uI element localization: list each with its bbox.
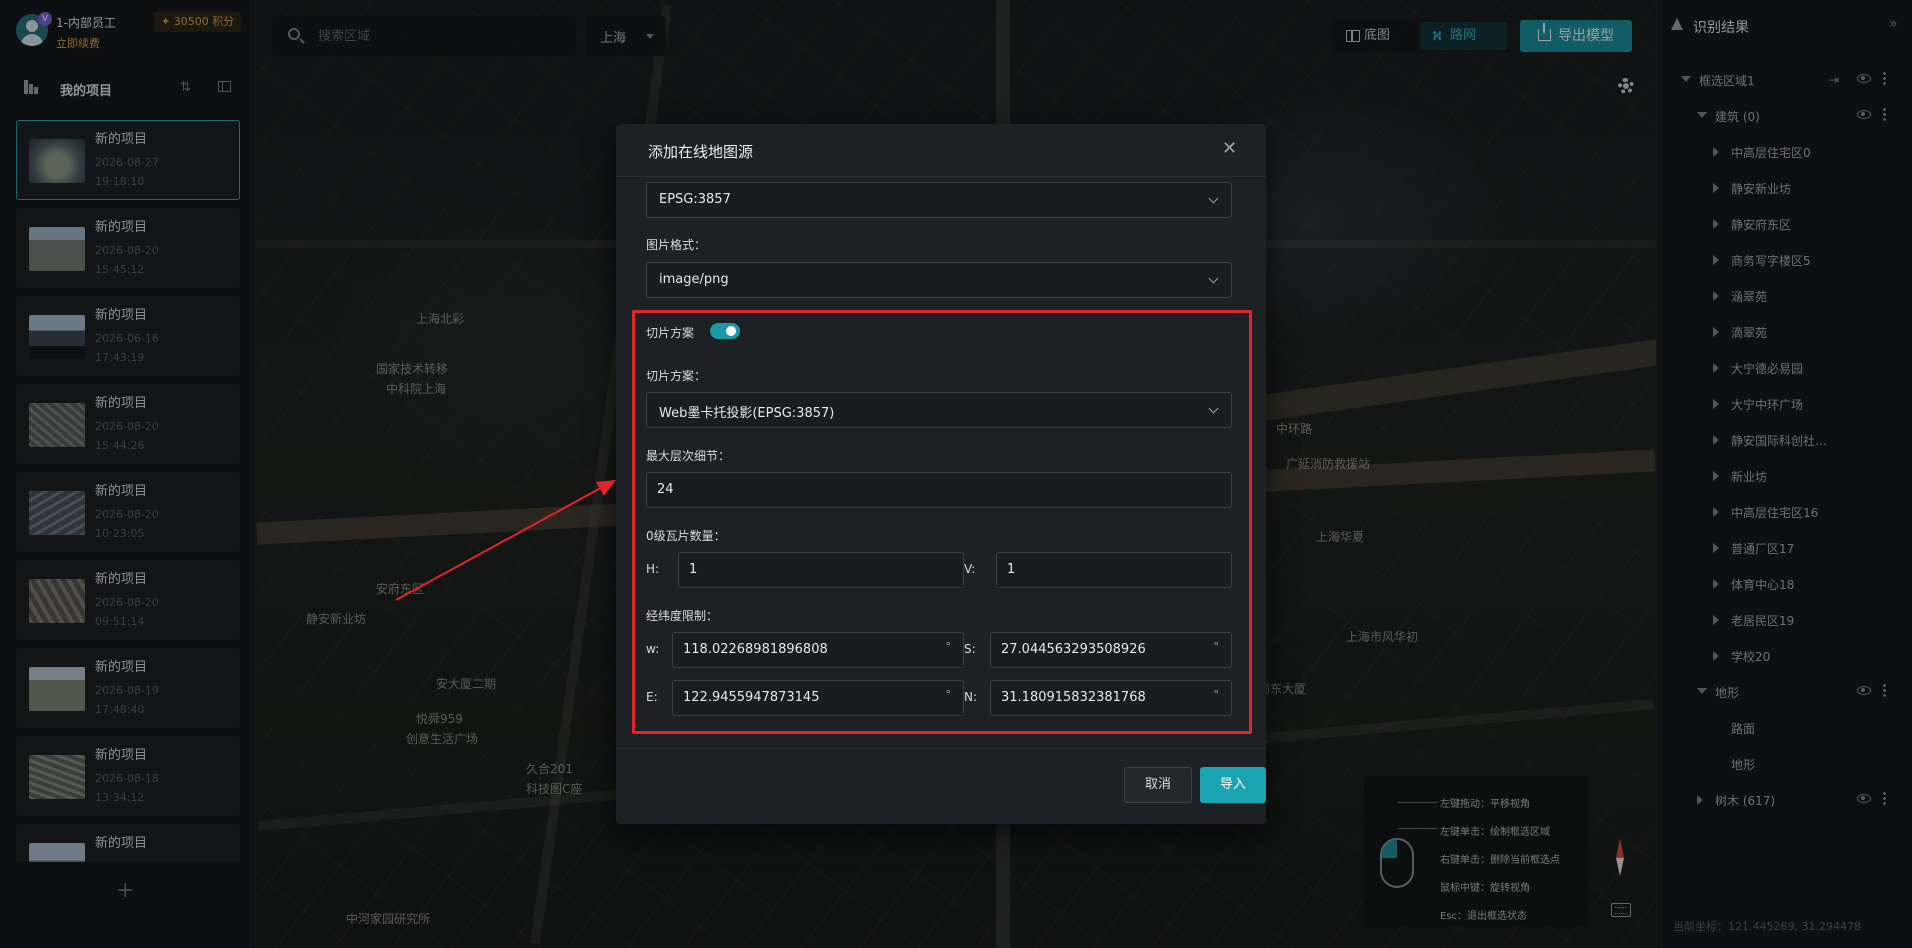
close-icon[interactable]: ✕ — [1222, 138, 1237, 159]
crs-value: EPSG:3857 — [659, 192, 731, 207]
highlight-box — [632, 310, 1252, 734]
annotation-arrow — [395, 480, 616, 601]
add-map-source-dialog: 添加在线地图源 ✕ EPSG:3857 图片格式： image/png 切片方案… — [616, 124, 1266, 824]
image-format-value: image/png — [659, 272, 729, 287]
chevron-down-icon — [1208, 273, 1219, 284]
crs-select[interactable]: EPSG:3857 — [646, 182, 1232, 218]
chevron-down-icon — [1208, 193, 1219, 204]
import-button[interactable]: 导入 — [1200, 767, 1266, 803]
dialog-title: 添加在线地图源 — [648, 143, 754, 161]
image-format-label: 图片格式： — [646, 238, 707, 252]
image-format-select[interactable]: image/png — [646, 262, 1232, 298]
cancel-button[interactable]: 取消 — [1124, 767, 1192, 803]
